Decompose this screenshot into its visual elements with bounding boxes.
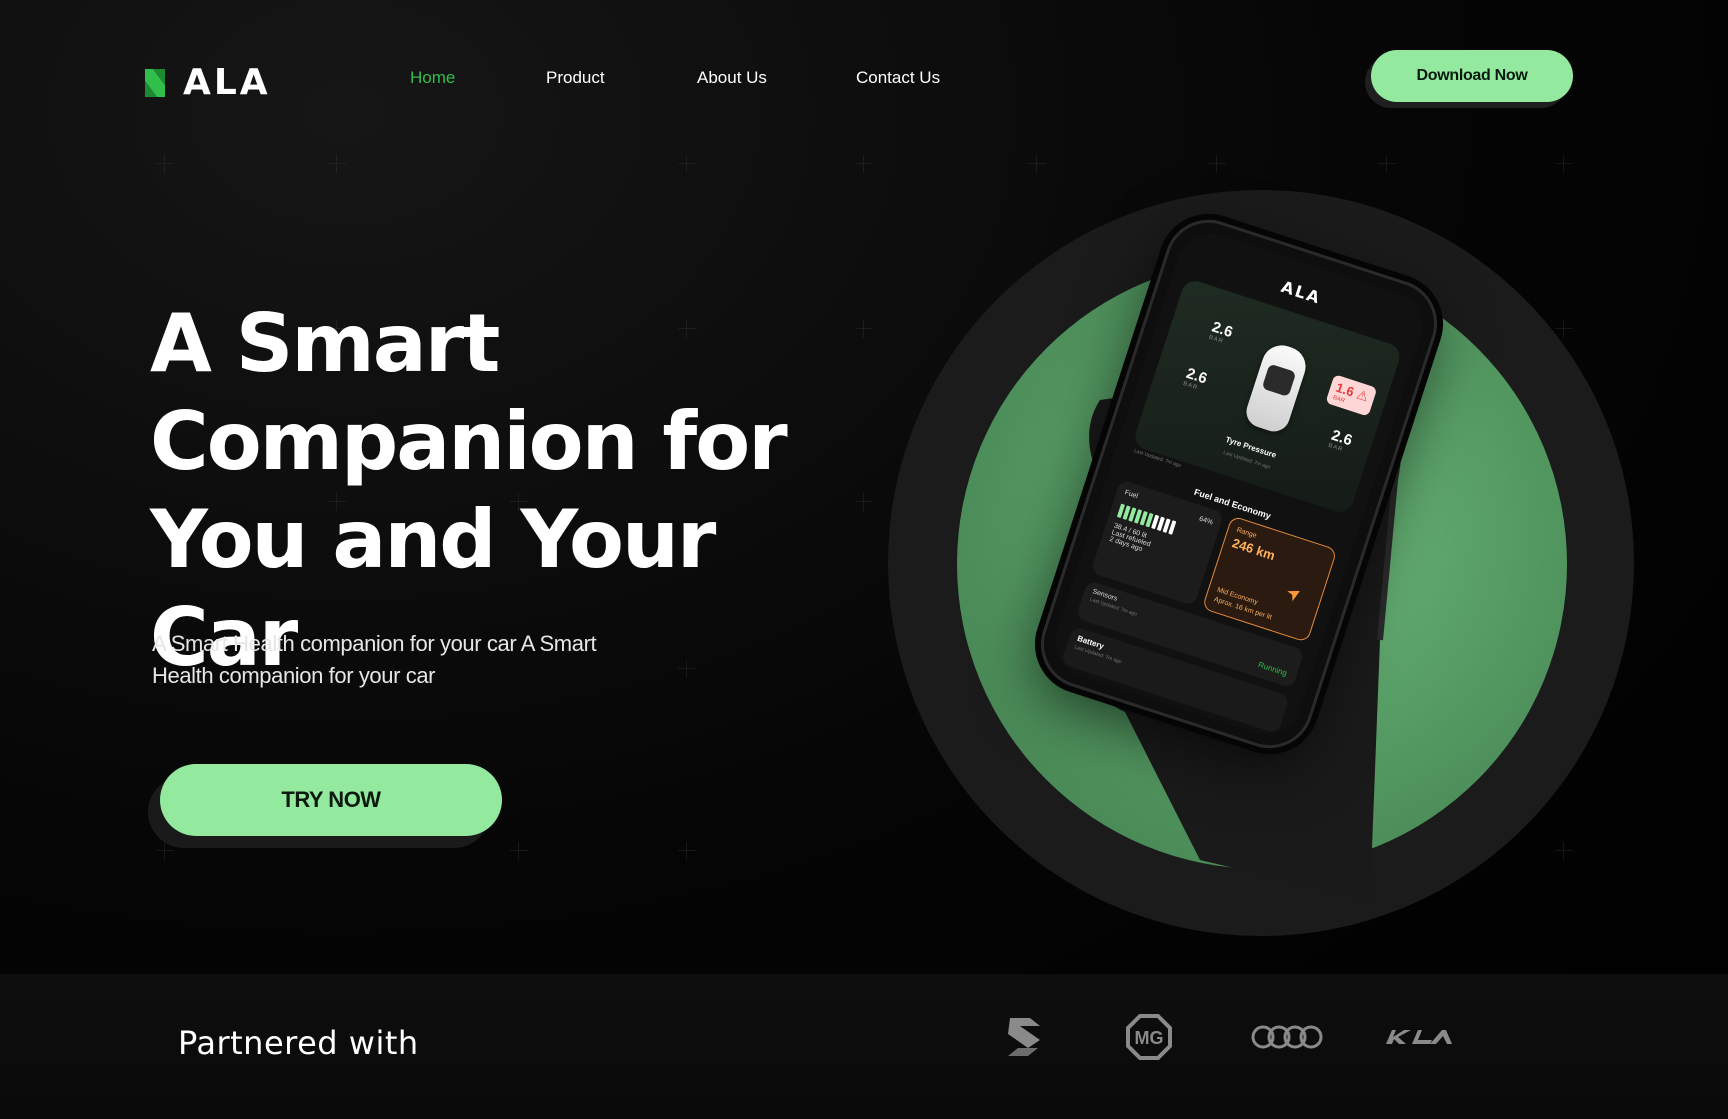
suzuki-logo-icon	[1008, 1018, 1040, 1056]
try-now-button[interactable]: TRY NOW	[160, 764, 502, 836]
download-now-button[interactable]: Download Now	[1371, 50, 1573, 102]
tyre-front-right-alert: 1.6 ⚠ BAR	[1325, 374, 1378, 417]
range-value: 246 km	[1230, 535, 1277, 564]
landing-page: ALA Home Product About Us Contact Us Dow…	[0, 0, 1728, 1119]
partners-section: Partnered with MG	[0, 974, 1728, 1119]
nav-home[interactable]: Home	[410, 68, 455, 88]
hero-title-line: Companion for	[150, 395, 788, 488]
nav-product[interactable]: Product	[546, 68, 605, 88]
mg-logo-icon: MG	[1126, 1014, 1172, 1060]
logo-mark-icon	[145, 68, 165, 97]
partners-label: Partnered with	[178, 1024, 419, 1062]
audi-logo-icon	[1251, 1025, 1323, 1049]
car-icon	[1242, 340, 1311, 436]
site-logo[interactable]: ALA	[145, 62, 271, 103]
svg-text:MG: MG	[1135, 1028, 1164, 1048]
tyre-rear-right: 2.6 BAR	[1327, 426, 1355, 454]
tyre-rear-left: 2.6 BAR	[1182, 364, 1210, 392]
logo-text: ALA	[183, 62, 271, 103]
hero-subtitle: A Smart Health companion for your car A …	[152, 631, 597, 688]
nav-contact-us[interactable]: Contact Us	[856, 68, 940, 88]
fuel-label: Fuel	[1123, 489, 1139, 501]
tyre-front-left: 2.6 BAR	[1207, 318, 1235, 346]
hero-title-line: A Smart	[150, 297, 500, 390]
navigation-arrow-icon	[1287, 591, 1300, 602]
nav-about-us[interactable]: About Us	[697, 68, 767, 88]
fuel-percent: 64%	[1198, 515, 1214, 527]
kia-logo-icon	[1386, 1030, 1452, 1044]
